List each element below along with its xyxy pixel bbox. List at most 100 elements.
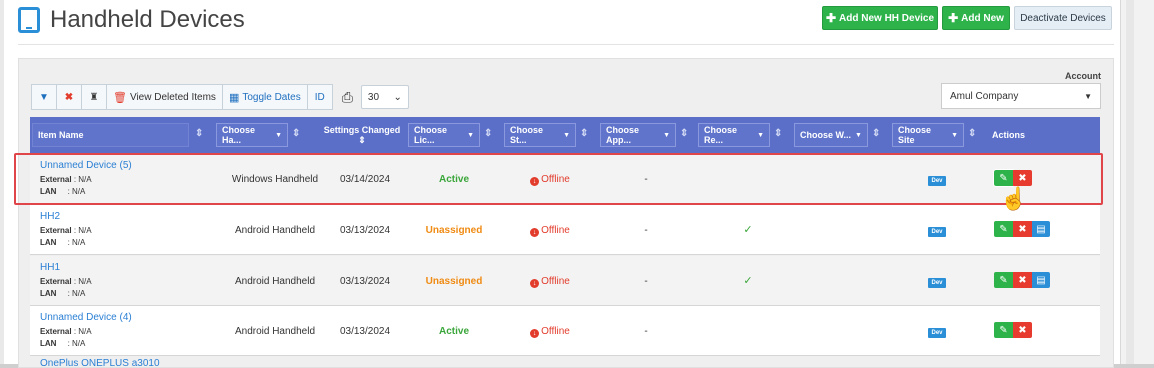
toggle-dates-button[interactable]: ▦ Toggle Dates: [221, 84, 308, 110]
col-choose-w[interactable]: Choose W... ▼ ⇕: [794, 117, 892, 153]
sort-icon[interactable]: ⇕: [292, 128, 300, 139]
site-badge: Dev: [928, 328, 946, 338]
delete-button[interactable]: ✖: [1013, 322, 1032, 338]
close-icon: ✖: [64, 91, 74, 103]
view-deleted-items-button[interactable]: 🗑 View Deleted Items: [106, 84, 223, 110]
caret-down-icon: ▼: [275, 131, 282, 139]
header-divider: [18, 44, 1114, 45]
window-right-gutter: [1120, 0, 1154, 368]
edit-button[interactable]: ✎: [994, 322, 1013, 338]
edit-button[interactable]: ✎: [994, 221, 1013, 237]
settings-changed-date: 03/13/2024: [339, 326, 391, 337]
col-choose-license[interactable]: Choose Lic... ▼ ⇕: [408, 117, 504, 153]
delete-button[interactable]: ✖: [1013, 272, 1032, 288]
sort-icon[interactable]: ⇕: [195, 128, 203, 139]
col-choose-re[interactable]: Choose Re... ▼ ⇕: [698, 117, 794, 153]
sort-icon[interactable]: ⇕: [484, 128, 492, 139]
choose-site-filter[interactable]: Choose Site ▼: [892, 123, 964, 147]
pencil-icon: ✎: [999, 274, 1008, 286]
item-name-cell: Unnamed Device (4) External : N/A LAN : …: [40, 312, 132, 350]
external-value: : N/A: [73, 226, 92, 235]
site-badge: Dev: [928, 227, 946, 237]
settings-changed-header: Settings Changed: [323, 124, 401, 135]
license-card-button[interactable]: ▤: [1032, 221, 1050, 237]
actions-header: Actions: [992, 130, 1026, 140]
deactivate-devices-button[interactable]: Deactivate Devices: [1014, 6, 1112, 30]
site-badge: Dev: [928, 278, 946, 288]
choose-handheld-label: Choose Ha...: [222, 125, 256, 145]
col-choose-status[interactable]: Choose St... ▼ ⇕: [504, 117, 600, 153]
sort-icon[interactable]: ⇕: [358, 135, 366, 146]
sort-icon[interactable]: ⇕: [872, 128, 880, 139]
sort-icon[interactable]: ⇕: [680, 128, 688, 139]
close-icon: ✖: [1018, 274, 1027, 286]
lan-label: LAN: [40, 339, 57, 348]
account-label: Account: [1065, 71, 1101, 81]
clear-filters-button[interactable]: ✖: [56, 84, 82, 110]
add-new-hh-device-button[interactable]: ✚ Add New HH Device: [822, 6, 938, 30]
sort-icon[interactable]: ⇕: [968, 128, 976, 139]
device-name-link[interactable]: HH1: [40, 262, 92, 273]
plus-icon: ✚: [825, 11, 837, 25]
table-row[interactable]: Unnamed Device (4) External : N/A LAN : …: [30, 306, 1100, 356]
calendar-icon: ▦: [228, 91, 240, 104]
page-size-value: 30: [367, 91, 380, 103]
network-info: External : N/A LAN : N/A: [40, 276, 92, 300]
scrollbar-track[interactable]: [1126, 0, 1134, 368]
choose-w-label: Choose W...: [800, 130, 852, 140]
connection-status: ↓ Offline: [504, 276, 596, 288]
arrow-down-circle-icon: ↓: [530, 329, 540, 338]
delete-button[interactable]: ✖: [1013, 221, 1032, 237]
item-name-cell: HH2 External : N/A LAN : N/A: [40, 211, 92, 249]
table-row[interactable]: HH2 External : N/A LAN : N/A Android Han…: [30, 205, 1100, 255]
hand-pointer-icon: ☝: [1000, 186, 1028, 211]
caret-down-icon: ▼: [951, 131, 958, 139]
add-new-hh-device-label: Add New HH Device: [839, 12, 935, 24]
caret-down-icon: ▼: [757, 131, 764, 139]
view-deleted-items-label: View Deleted Items: [129, 91, 216, 103]
choose-handheld-filter[interactable]: Choose Ha... ▼: [216, 123, 288, 147]
page-size-select[interactable]: 30 ⌄: [360, 85, 409, 109]
print-icon[interactable]: ⎙: [342, 89, 353, 106]
col-settings-changed[interactable]: Settings Changed ⇕: [316, 117, 408, 153]
device-name-link[interactable]: HH2: [40, 211, 92, 222]
col-choose-app[interactable]: Choose App... ▼ ⇕: [600, 117, 698, 153]
license-card-button[interactable]: ▤: [1032, 272, 1050, 288]
col-choose-site[interactable]: Choose Site ▼ ⇕: [892, 117, 984, 153]
settings-changed-date: 03/13/2024: [339, 276, 391, 287]
item-name-cell: HH1 External : N/A LAN : N/A: [40, 262, 92, 300]
window-left-edge: [0, 0, 4, 368]
choose-app-filter[interactable]: Choose App... ▼: [600, 123, 676, 147]
choose-re-filter[interactable]: Choose Re... ▼: [698, 123, 770, 147]
incognito-button[interactable]: ♜: [81, 84, 107, 110]
col-item-name[interactable]: Item Name ⇕: [30, 117, 216, 153]
id-toggle-button[interactable]: ID: [306, 84, 333, 110]
network-info: External : N/A LAN : N/A: [40, 225, 92, 249]
device-name-link[interactable]: Unnamed Device (4): [40, 312, 132, 323]
choose-w-filter[interactable]: Choose W... ▼: [794, 123, 868, 147]
sort-icon[interactable]: ⇕: [774, 128, 782, 139]
choose-status-filter[interactable]: Choose St... ▼: [504, 123, 576, 147]
lan-label: LAN: [40, 238, 57, 247]
col-choose-handheld[interactable]: Choose Ha... ▼ ⇕: [216, 117, 316, 153]
external-value: : N/A: [73, 327, 92, 336]
sort-icon[interactable]: ⇕: [580, 128, 588, 139]
connection-status: ↓ Offline: [504, 225, 596, 237]
edit-button[interactable]: ✎: [994, 272, 1013, 288]
choose-license-filter[interactable]: Choose Lic... ▼: [408, 123, 480, 147]
add-new-button[interactable]: ✚ Add New: [942, 6, 1010, 30]
app-value: -: [644, 326, 648, 337]
connection-status-label: Offline: [541, 225, 570, 236]
account-select[interactable]: Amul Company ▼: [941, 83, 1101, 109]
arrow-down-circle-icon: ↓: [530, 228, 540, 237]
page-header: Handheld Devices: [18, 4, 245, 36]
filter-button[interactable]: ▼: [31, 84, 57, 110]
pencil-icon: ✎: [999, 223, 1008, 235]
chevron-down-icon: ⌄: [393, 91, 402, 103]
choose-license-label: Choose Lic...: [414, 125, 448, 145]
partial-row-link[interactable]: OnePlus ONEPLUS a3010: [40, 358, 160, 368]
highlighted-row-outline: [14, 153, 1103, 205]
close-icon: ✖: [1018, 223, 1027, 235]
filter-icon: ▼: [39, 91, 49, 103]
table-row[interactable]: HH1 External : N/A LAN : N/A Android Han…: [30, 256, 1100, 306]
